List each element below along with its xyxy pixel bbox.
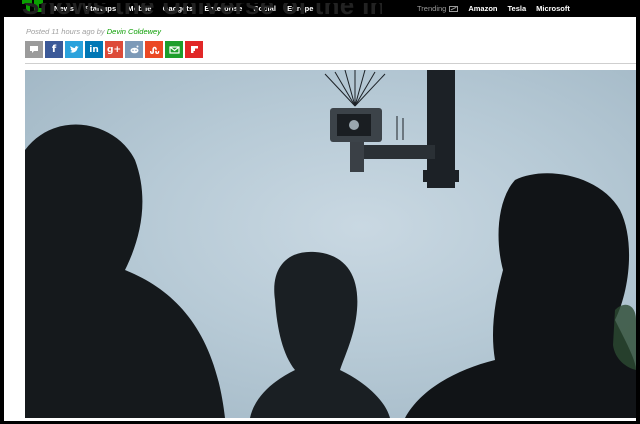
trending-microsoft[interactable]: Microsoft [536, 4, 570, 13]
article-byline: Posted 11 hours ago by Devin Coldewey [26, 27, 161, 36]
hero-photo [25, 70, 636, 418]
flipboard-icon[interactable] [185, 41, 203, 58]
comment-icon[interactable] [25, 41, 43, 58]
googleplus-icon[interactable]: g+ [105, 41, 123, 58]
browser-page: News Startups Mobile Gadgets Enterprise … [4, 0, 636, 421]
reddit-icon[interactable] [125, 41, 143, 58]
article-headline-text: Shows the Universe of the Internet [22, 3, 382, 20]
facebook-icon[interactable]: f [45, 41, 63, 58]
googleplus-glyph: g+ [107, 44, 121, 55]
trending-tesla[interactable]: Tesla [508, 4, 527, 13]
linkedin-icon[interactable]: in [85, 41, 103, 58]
share-bar: f in g+ [25, 41, 203, 58]
twitter-icon[interactable] [65, 41, 83, 58]
byline-prefix: Posted 11 hours ago by [26, 27, 105, 36]
trending-amazon[interactable]: Amazon [468, 4, 497, 13]
trending-chart-icon [449, 5, 459, 12]
facebook-glyph: f [51, 44, 57, 55]
header-divider [25, 63, 636, 64]
email-icon[interactable] [165, 41, 183, 58]
author-link[interactable]: Devin Coldewey [107, 27, 161, 36]
surveillance-camera-silhouettes-image [25, 70, 636, 418]
trending-section: Trending Amazon Tesla Microsoft [417, 0, 570, 17]
stumbleupon-icon[interactable] [145, 41, 163, 58]
article-headline: Shows the Universe of the Internet [22, 3, 382, 23]
linkedin-glyph: in [89, 44, 99, 55]
trending-label-text: Trending [417, 4, 447, 13]
trending-label: Trending [417, 4, 459, 13]
